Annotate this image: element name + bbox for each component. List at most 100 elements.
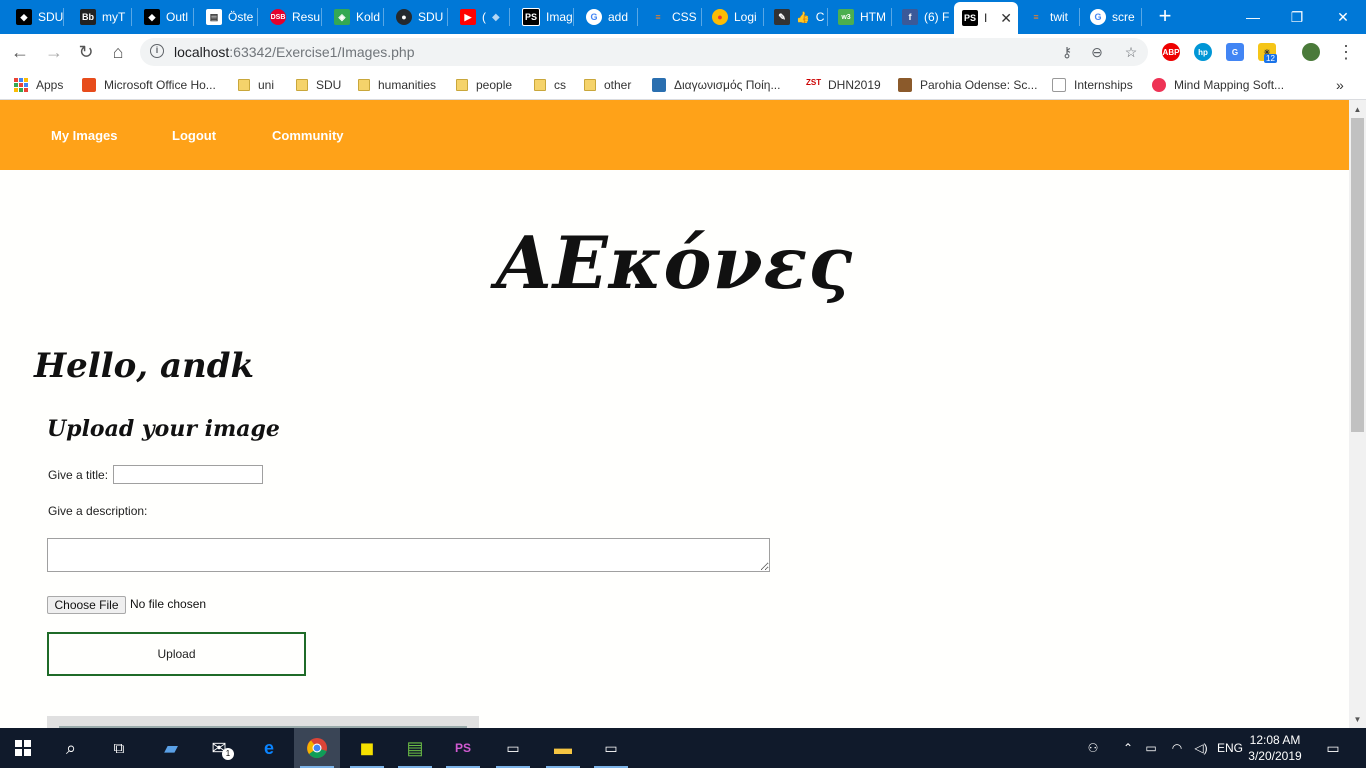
notepad-plus-icon[interactable]: ▤ xyxy=(392,728,438,768)
tab-twitter[interactable]: ≡ twit xyxy=(1020,4,1080,30)
tab-maps[interactable]: ◈ Kold xyxy=(326,4,384,30)
description-label: Give a description: xyxy=(48,504,148,518)
page-viewport: My Images Logout Community AEκόνες Hello… xyxy=(0,100,1349,728)
task-view-icon[interactable]: ⧉ xyxy=(96,728,142,768)
key-icon[interactable]: ⚷ xyxy=(1058,43,1076,61)
tab-active-images[interactable]: PS I ✕ xyxy=(954,2,1018,34)
translate-icon[interactable]: G xyxy=(1226,43,1244,61)
stackoverflow-icon: ≡ xyxy=(655,12,661,22)
sticky-notes-icon[interactable]: ◼ xyxy=(344,728,390,768)
zoom-icon[interactable]: ⊖ xyxy=(1088,43,1106,61)
nav-my-images[interactable]: My Images xyxy=(51,128,117,143)
tab-sdu[interactable]: ◆ SDU xyxy=(8,4,64,30)
tab-w3schools[interactable]: w3 HTM xyxy=(830,4,892,30)
back-button[interactable]: ← xyxy=(8,40,32,64)
bookmarks-overflow-icon[interactable]: » xyxy=(1336,76,1344,94)
address-bar[interactable]: i localhost:63342/Exercise1/Images.php ⚷… xyxy=(140,38,1148,66)
tab-css[interactable]: ≡ CSS xyxy=(642,4,702,30)
edit-icon: ✎ xyxy=(774,9,790,25)
home-button[interactable]: ⌂ xyxy=(106,40,130,64)
bookmark-apps[interactable]: Apps xyxy=(14,76,63,94)
phpstorm-taskbar-icon[interactable]: PS xyxy=(440,728,486,768)
tab-edit[interactable]: ✎ 👍 C xyxy=(766,4,828,30)
tab-github[interactable]: ● SDU xyxy=(388,4,448,30)
church-icon xyxy=(898,78,912,92)
bookmarks-bar: Apps Microsoft Office Ho... uni SDU huma… xyxy=(0,70,1366,100)
bookmark-dhn2019[interactable]: ZST DHN2019 xyxy=(806,76,881,94)
reload-button[interactable]: ↻ xyxy=(74,40,98,64)
scroll-down-arrow[interactable]: ▼ xyxy=(1349,712,1366,726)
file-explorer-icon[interactable]: ▬ xyxy=(540,728,586,768)
forward-button[interactable]: → xyxy=(42,40,66,64)
clock-time: 12:08 AM xyxy=(1249,733,1301,747)
restore-button[interactable]: ❐ xyxy=(1274,0,1320,34)
onedrive-icon[interactable]: ▰ xyxy=(148,728,194,768)
minimize-button[interactable]: — xyxy=(1230,0,1276,34)
close-tab-icon[interactable]: ✕ xyxy=(1000,10,1012,27)
tray-chevron-icon[interactable]: ⌃ xyxy=(1120,728,1136,768)
url-text: localhost:63342/Exercise1/Images.php xyxy=(174,44,415,60)
bookmark-folder-sdu[interactable]: SDU xyxy=(296,76,341,94)
tab-google-add[interactable]: Gadd xyxy=(578,4,638,30)
github-icon: ● xyxy=(396,9,412,25)
action-center-icon[interactable]: ▭ xyxy=(1320,728,1346,768)
bookmark-folder-people[interactable]: people xyxy=(456,76,512,94)
battery-icon[interactable]: ▭ xyxy=(1142,728,1160,768)
dhn-icon: ZST xyxy=(806,78,821,92)
bookmark-star-icon[interactable]: ☆ xyxy=(1122,43,1140,61)
bookmark-folder-humanities[interactable]: humanities xyxy=(358,76,436,94)
bookmark-parohia[interactable]: Parohia Odense: Sc... xyxy=(898,76,1037,94)
tab-blackboard[interactable]: Bb myT xyxy=(72,4,132,30)
search-icon[interactable]: ⌕ xyxy=(48,728,94,768)
folder-icon xyxy=(584,79,596,91)
chrome-icon[interactable] xyxy=(294,728,340,768)
upload-button[interactable]: Upload xyxy=(47,632,306,676)
terminal-icon-2[interactable]: ▭ xyxy=(588,728,634,768)
nav-logout[interactable]: Logout xyxy=(172,128,216,143)
wifi-icon[interactable]: ◠ xyxy=(1168,728,1186,768)
menu-icon[interactable]: ⋮ xyxy=(1334,40,1358,64)
close-window-button[interactable]: ✕ xyxy=(1320,0,1366,34)
tab-images[interactable]: PS Imag xyxy=(514,4,574,30)
start-button[interactable] xyxy=(0,728,46,768)
new-tab-button[interactable]: + xyxy=(1152,4,1178,30)
people-icon[interactable]: ⚇ xyxy=(1082,728,1104,768)
bookmark-poetry-contest[interactable]: Διαγωνισμός Ποίη... xyxy=(652,76,780,94)
bookmark-folder-uni[interactable]: uni xyxy=(238,76,274,94)
browser-toolbar: ← → ↻ ⌂ i localhost:63342/Exercise1/Imag… xyxy=(0,34,1366,70)
edge-icon[interactable]: e xyxy=(246,728,292,768)
nav-community[interactable]: Community xyxy=(272,128,344,143)
bookmark-office[interactable]: Microsoft Office Ho... xyxy=(82,76,216,94)
title-input[interactable] xyxy=(113,465,263,484)
tab-oste[interactable]: ▤ Öste xyxy=(198,4,258,30)
web-icon: ▤ xyxy=(206,9,222,25)
tab-screenshot[interactable]: Gscre xyxy=(1082,4,1142,30)
choose-file-button[interactable]: Choose File xyxy=(47,596,126,614)
hp-icon[interactable]: hp xyxy=(1194,43,1212,61)
avatar[interactable] xyxy=(1302,43,1320,61)
tab-outlook[interactable]: ◆ Outl xyxy=(136,4,194,30)
page-scrollbar[interactable]: ▲ ▼ xyxy=(1349,100,1366,728)
bookmark-internships[interactable]: Internships xyxy=(1052,76,1133,94)
mail-icon[interactable]: ✉ 1 xyxy=(196,728,242,768)
description-textarea[interactable] xyxy=(47,538,770,572)
info-icon[interactable]: i xyxy=(150,44,164,58)
dsb-icon: DSB xyxy=(270,9,286,25)
bookmark-mind-mapping[interactable]: Mind Mapping Soft... xyxy=(1152,76,1284,94)
tab-dsb[interactable]: DSB Resu xyxy=(262,4,322,30)
google-icon: G xyxy=(586,9,602,25)
terminal-icon[interactable]: ▭ xyxy=(490,728,536,768)
adblock-icon[interactable]: ABP xyxy=(1162,43,1180,61)
scroll-up-arrow[interactable]: ▲ xyxy=(1349,102,1366,116)
tab-login[interactable]: ● Logi xyxy=(704,4,764,30)
title-label: Give a title: xyxy=(48,468,109,482)
taskbar-clock[interactable]: 12:08 AM 3/20/2019 xyxy=(1240,732,1310,764)
bookmark-folder-other[interactable]: other xyxy=(584,76,631,94)
tab-youtube[interactable]: ▶(◆ xyxy=(452,4,510,30)
bookmark-folder-cs[interactable]: cs xyxy=(534,76,566,94)
scrollbar-thumb[interactable] xyxy=(1351,118,1364,432)
phpstorm-icon: PS xyxy=(962,10,978,26)
volume-icon[interactable]: ◁) xyxy=(1192,728,1210,768)
file-status: No file chosen xyxy=(130,597,207,611)
tab-facebook[interactable]: f (6) F xyxy=(894,4,952,30)
